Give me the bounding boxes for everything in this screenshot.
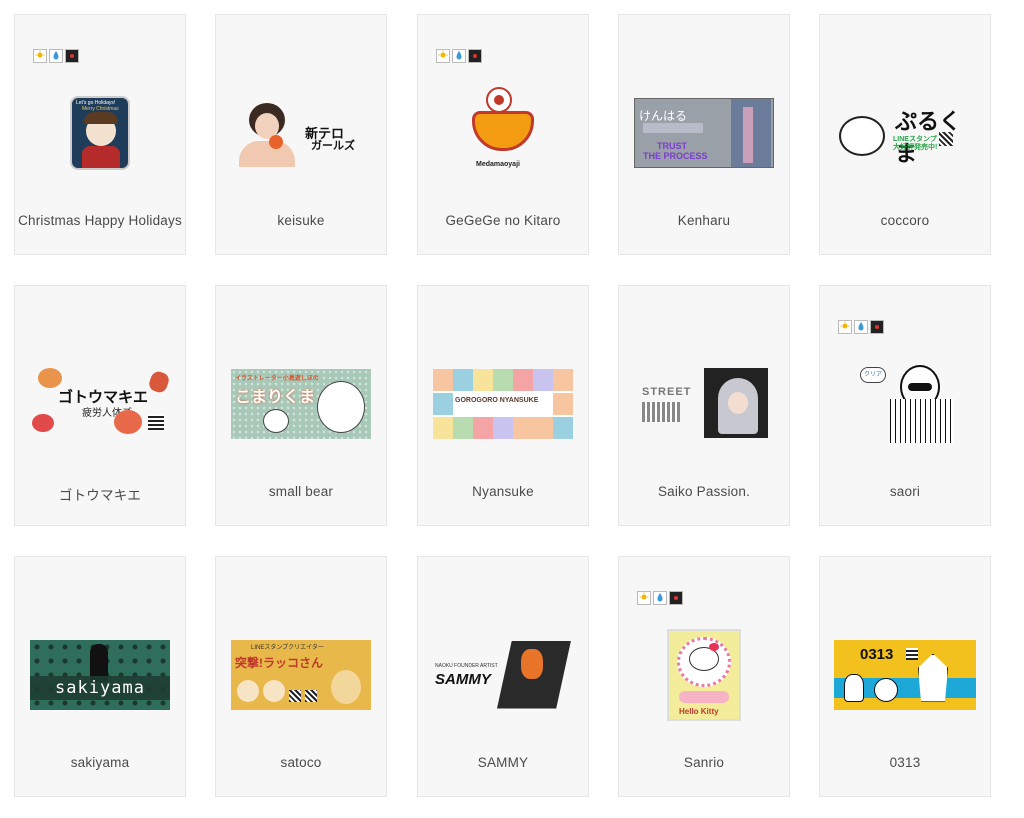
product-thumbnail[interactable]: 新テロ ガールズ	[216, 55, 386, 210]
product-thumbnail[interactable]: 0313	[820, 597, 990, 752]
kitaro-sticker-image: Medamaoyaji	[468, 85, 538, 181]
product-card[interactable]: 0313 0313	[819, 556, 991, 797]
product-card[interactable]: NAOKU FOUNDER ARTIST SAMMY SAMMY	[417, 556, 589, 797]
product-card[interactable]: ゴトウマキエ 疲労人体ズ ゴトウマキエ	[14, 285, 186, 526]
product-name[interactable]: Kenharu	[619, 213, 789, 228]
product-thumbnail[interactable]: ぷるくま LINEスタンプ 大好評発売中!	[820, 55, 990, 210]
smallbear-banner-image: イラストレーター小鳥遊しほの こまりくま	[231, 368, 371, 439]
product-thumbnail[interactable]: STREET	[619, 326, 789, 481]
product-card[interactable]: Let's go Holidays! Merry Christmas Chris…	[14, 14, 186, 255]
product-name[interactable]: Christmas Happy Holidays	[15, 213, 185, 228]
product-name[interactable]: Sanrio	[619, 755, 789, 770]
product-card[interactable]: クリア saori	[819, 285, 991, 526]
product-thumbnail[interactable]: イラストレーター小鳥遊しほの こまりくま	[216, 326, 386, 481]
christmas-sticker-image: Let's go Holidays! Merry Christmas	[70, 95, 130, 170]
product-thumbnail[interactable]: クリア	[820, 326, 990, 481]
product-thumbnail[interactable]: sakiyama	[15, 597, 185, 752]
product-thumbnail[interactable]: NAOKU FOUNDER ARTIST SAMMY	[418, 597, 588, 752]
product-thumbnail[interactable]: けんはる TRUST THE PROCESS	[619, 55, 789, 210]
product-card[interactable]: 新テロ ガールズ keisuke	[215, 14, 387, 255]
product-card[interactable]: sakiyama sakiyama	[14, 556, 186, 797]
product-card[interactable]: Medamaoyaji GeGeGe no Kitaro	[417, 14, 589, 255]
nyansuke-banner-image: GOROGORO NYANSUKE	[433, 368, 573, 439]
product-name[interactable]: Nyansuke	[418, 484, 588, 499]
product-name[interactable]: saori	[820, 484, 990, 499]
sanrio-sticker-image: Hello Kitty	[667, 628, 741, 721]
product-card[interactable]: Hello Kitty Sanrio	[618, 556, 790, 797]
product-thumbnail[interactable]: GOROGORO NYANSUKE	[418, 326, 588, 481]
satoco-banner-image: LINEスタンプクリエイター 突撃!ラッコさん	[231, 639, 371, 710]
product-name[interactable]: SAMMY	[418, 755, 588, 770]
saiko-banner-image: STREET	[634, 367, 774, 440]
product-card[interactable]: LINEスタンプクリエイター 突撃!ラッコさん satoco	[215, 556, 387, 797]
product-thumbnail[interactable]: LINEスタンプクリエイター 突撃!ラッコさん	[216, 597, 386, 752]
coccoro-banner-image: ぷるくま LINEスタンプ 大好評発売中!	[835, 102, 975, 164]
product-name[interactable]: sakiyama	[15, 755, 185, 770]
product-card[interactable]: けんはる TRUST THE PROCESS Kenharu	[618, 14, 790, 255]
product-name[interactable]: coccoro	[820, 213, 990, 228]
product-thumbnail[interactable]: Medamaoyaji	[418, 55, 588, 210]
product-name[interactable]: 0313	[820, 755, 990, 770]
product-name[interactable]: ゴトウマキエ	[15, 484, 185, 504]
product-thumbnail[interactable]: ゴトウマキエ 疲労人体ズ	[15, 326, 185, 481]
product-name[interactable]: keisuke	[216, 213, 386, 228]
product-card[interactable]: GOROGORO NYANSUKE Nyansuke	[417, 285, 589, 526]
product-thumbnail[interactable]: Let's go Holidays! Merry Christmas	[15, 55, 185, 210]
o313-banner-image: 0313	[834, 639, 976, 710]
product-name[interactable]: Saiko Passion.	[619, 484, 789, 499]
product-card[interactable]: イラストレーター小鳥遊しほの こまりくま small bear	[215, 285, 387, 526]
kenharu-banner-image: けんはる TRUST THE PROCESS	[634, 97, 774, 168]
sakiyama-banner-image: sakiyama	[30, 639, 170, 710]
product-name[interactable]: satoco	[216, 755, 386, 770]
keisuke-banner-image: 新テロ ガールズ	[231, 97, 371, 169]
product-card[interactable]: STREET Saiko Passion.	[618, 285, 790, 526]
product-thumbnail[interactable]: Hello Kitty	[619, 597, 789, 752]
saori-sticker-image: クリア	[850, 359, 960, 449]
product-name[interactable]: small bear	[216, 484, 386, 499]
gotou-sticker-image: ゴトウマキエ 疲労人体ズ	[30, 364, 170, 444]
product-name[interactable]: GeGeGe no Kitaro	[418, 213, 588, 228]
product-card[interactable]: ぷるくま LINEスタンプ 大好評発売中! coccoro	[819, 14, 991, 255]
sammy-banner-image: NAOKU FOUNDER ARTIST SAMMY	[433, 639, 573, 711]
